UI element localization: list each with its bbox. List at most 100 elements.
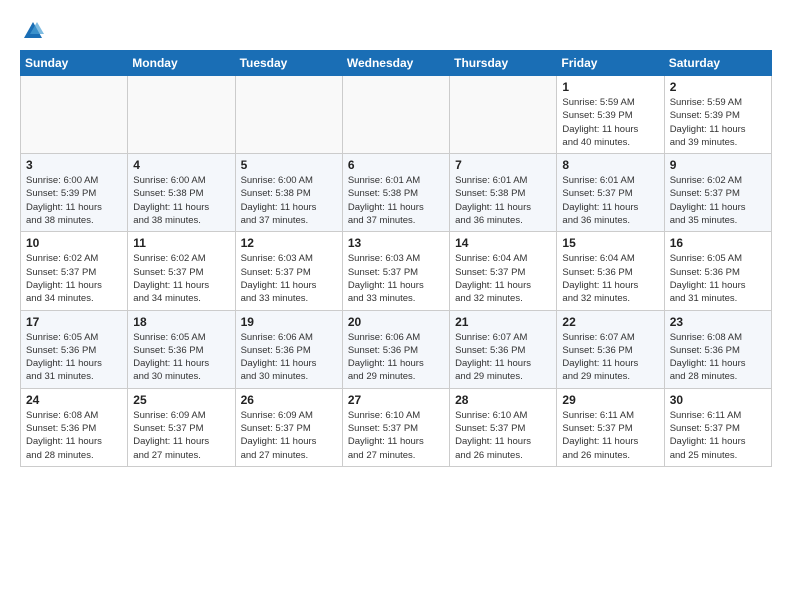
calendar-cell: 2 Sunrise: 5:59 AMSunset: 5:39 PMDaylight… xyxy=(664,76,771,154)
day-number: 4 xyxy=(133,158,229,172)
day-info: Sunrise: 6:10 AMSunset: 5:37 PMDaylight:… xyxy=(455,409,551,462)
day-info: Sunrise: 6:01 AMSunset: 5:37 PMDaylight:… xyxy=(562,174,658,227)
day-info: Sunrise: 6:08 AMSunset: 5:36 PMDaylight:… xyxy=(26,409,122,462)
day-info: Sunrise: 6:04 AMSunset: 5:37 PMDaylight:… xyxy=(455,252,551,305)
logo xyxy=(20,20,44,42)
day-number: 2 xyxy=(670,80,766,94)
calendar-cell: 9Sunrise: 6:02 AMSunset: 5:37 PMDaylight… xyxy=(664,154,771,232)
day-info: Sunrise: 6:05 AMSunset: 5:36 PMDaylight:… xyxy=(26,331,122,384)
day-number: 11 xyxy=(133,236,229,250)
day-info: Sunrise: 6:02 AMSunset: 5:37 PMDaylight:… xyxy=(133,252,229,305)
day-info: Sunrise: 6:11 AMSunset: 5:37 PMDaylight:… xyxy=(562,409,658,462)
day-info: Sunrise: 6:00 AMSunset: 5:39 PMDaylight:… xyxy=(26,174,122,227)
day-number: 24 xyxy=(26,393,122,407)
day-number: 23 xyxy=(670,315,766,329)
day-info: Sunrise: 6:08 AMSunset: 5:36 PMDaylight:… xyxy=(670,331,766,384)
day-number: 30 xyxy=(670,393,766,407)
calendar-cell: 21Sunrise: 6:07 AMSunset: 5:36 PMDayligh… xyxy=(450,310,557,388)
calendar-cell xyxy=(450,76,557,154)
weekday-header-saturday: Saturday xyxy=(664,51,771,76)
calendar-cell: 8 Sunrise: 6:01 AMSunset: 5:37 PMDaylight… xyxy=(557,154,664,232)
page: SundayMondayTuesdayWednesdayThursdayFrid… xyxy=(0,0,792,479)
calendar-cell xyxy=(235,76,342,154)
day-info: Sunrise: 6:00 AMSunset: 5:38 PMDaylight:… xyxy=(133,174,229,227)
calendar-cell: 24 Sunrise: 6:08 AMSunset: 5:36 PMDayligh… xyxy=(21,388,128,466)
day-info: Sunrise: 6:01 AMSunset: 5:38 PMDaylight:… xyxy=(455,174,551,227)
weekday-header-sunday: Sunday xyxy=(21,51,128,76)
day-info: Sunrise: 6:06 AMSunset: 5:36 PMDaylight:… xyxy=(241,331,337,384)
day-number: 1 xyxy=(562,80,658,94)
day-number: 26 xyxy=(241,393,337,407)
logo-icon xyxy=(22,20,44,42)
day-number: 12 xyxy=(241,236,337,250)
day-info: Sunrise: 6:06 AMSunset: 5:36 PMDaylight:… xyxy=(348,331,444,384)
day-info: Sunrise: 6:04 AMSunset: 5:36 PMDaylight:… xyxy=(562,252,658,305)
day-number: 3 xyxy=(26,158,122,172)
calendar-cell: 5 Sunrise: 6:00 AMSunset: 5:38 PMDaylight… xyxy=(235,154,342,232)
calendar-cell: 30 Sunrise: 6:11 AMSunset: 5:37 PMDayligh… xyxy=(664,388,771,466)
calendar-cell: 16 Sunrise: 6:05 AMSunset: 5:36 PMDayligh… xyxy=(664,232,771,310)
calendar-cell: 17 Sunrise: 6:05 AMSunset: 5:36 PMDayligh… xyxy=(21,310,128,388)
calendar-cell: 1 Sunrise: 5:59 AMSunset: 5:39 PMDaylight… xyxy=(557,76,664,154)
calendar-cell: 15Sunrise: 6:04 AMSunset: 5:36 PMDayligh… xyxy=(557,232,664,310)
day-number: 28 xyxy=(455,393,551,407)
day-number: 14 xyxy=(455,236,551,250)
calendar-cell xyxy=(21,76,128,154)
weekday-header-monday: Monday xyxy=(128,51,235,76)
day-number: 6 xyxy=(348,158,444,172)
day-number: 29 xyxy=(562,393,658,407)
calendar-cell: 7 Sunrise: 6:01 AMSunset: 5:38 PMDaylight… xyxy=(450,154,557,232)
calendar-cell: 12 Sunrise: 6:03 AMSunset: 5:37 PMDayligh… xyxy=(235,232,342,310)
day-number: 16 xyxy=(670,236,766,250)
header xyxy=(20,16,772,42)
weekday-header-friday: Friday xyxy=(557,51,664,76)
weekday-header-tuesday: Tuesday xyxy=(235,51,342,76)
calendar-cell: 11 Sunrise: 6:02 AMSunset: 5:37 PMDayligh… xyxy=(128,232,235,310)
calendar-cell: 22 Sunrise: 6:07 AMSunset: 5:36 PMDayligh… xyxy=(557,310,664,388)
day-number: 5 xyxy=(241,158,337,172)
day-number: 13 xyxy=(348,236,444,250)
calendar-cell: 18 Sunrise: 6:05 AMSunset: 5:36 PMDayligh… xyxy=(128,310,235,388)
calendar-cell: 23 Sunrise: 6:08 AMSunset: 5:36 PMDayligh… xyxy=(664,310,771,388)
day-info: Sunrise: 6:00 AMSunset: 5:38 PMDaylight:… xyxy=(241,174,337,227)
calendar-cell: 29 Sunrise: 6:11 AMSunset: 5:37 PMDayligh… xyxy=(557,388,664,466)
day-number: 18 xyxy=(133,315,229,329)
calendar: SundayMondayTuesdayWednesdayThursdayFrid… xyxy=(20,50,772,467)
calendar-cell xyxy=(342,76,449,154)
day-info: Sunrise: 5:59 AMSunset: 5:39 PMDaylight:… xyxy=(562,96,658,149)
day-number: 19 xyxy=(241,315,337,329)
day-number: 8 xyxy=(562,158,658,172)
calendar-cell: 10Sunrise: 6:02 AMSunset: 5:37 PMDayligh… xyxy=(21,232,128,310)
day-info: Sunrise: 6:03 AMSunset: 5:37 PMDaylight:… xyxy=(348,252,444,305)
day-number: 10 xyxy=(26,236,122,250)
calendar-cell: 3 Sunrise: 6:00 AMSunset: 5:39 PMDaylight… xyxy=(21,154,128,232)
day-number: 7 xyxy=(455,158,551,172)
day-info: Sunrise: 6:05 AMSunset: 5:36 PMDaylight:… xyxy=(133,331,229,384)
calendar-cell xyxy=(128,76,235,154)
calendar-cell: 26 Sunrise: 6:09 AMSunset: 5:37 PMDayligh… xyxy=(235,388,342,466)
calendar-cell: 6 Sunrise: 6:01 AMSunset: 5:38 PMDaylight… xyxy=(342,154,449,232)
calendar-cell: 19 Sunrise: 6:06 AMSunset: 5:36 PMDayligh… xyxy=(235,310,342,388)
day-info: Sunrise: 6:05 AMSunset: 5:36 PMDaylight:… xyxy=(670,252,766,305)
day-number: 22 xyxy=(562,315,658,329)
calendar-cell: 28 Sunrise: 6:10 AMSunset: 5:37 PMDayligh… xyxy=(450,388,557,466)
calendar-cell: 27 Sunrise: 6:10 AMSunset: 5:37 PMDayligh… xyxy=(342,388,449,466)
day-info: Sunrise: 5:59 AMSunset: 5:39 PMDaylight:… xyxy=(670,96,766,149)
day-info: Sunrise: 6:03 AMSunset: 5:37 PMDaylight:… xyxy=(241,252,337,305)
day-number: 9 xyxy=(670,158,766,172)
day-number: 17 xyxy=(26,315,122,329)
day-info: Sunrise: 6:11 AMSunset: 5:37 PMDaylight:… xyxy=(670,409,766,462)
day-info: Sunrise: 6:10 AMSunset: 5:37 PMDaylight:… xyxy=(348,409,444,462)
day-number: 25 xyxy=(133,393,229,407)
day-number: 27 xyxy=(348,393,444,407)
weekday-header-wednesday: Wednesday xyxy=(342,51,449,76)
day-info: Sunrise: 6:09 AMSunset: 5:37 PMDaylight:… xyxy=(241,409,337,462)
calendar-cell: 14 Sunrise: 6:04 AMSunset: 5:37 PMDayligh… xyxy=(450,232,557,310)
calendar-cell: 25 Sunrise: 6:09 AMSunset: 5:37 PMDayligh… xyxy=(128,388,235,466)
day-info: Sunrise: 6:09 AMSunset: 5:37 PMDaylight:… xyxy=(133,409,229,462)
calendar-cell: 4 Sunrise: 6:00 AMSunset: 5:38 PMDaylight… xyxy=(128,154,235,232)
day-number: 20 xyxy=(348,315,444,329)
day-number: 21 xyxy=(455,315,551,329)
day-info: Sunrise: 6:07 AMSunset: 5:36 PMDaylight:… xyxy=(562,331,658,384)
day-info: Sunrise: 6:01 AMSunset: 5:38 PMDaylight:… xyxy=(348,174,444,227)
